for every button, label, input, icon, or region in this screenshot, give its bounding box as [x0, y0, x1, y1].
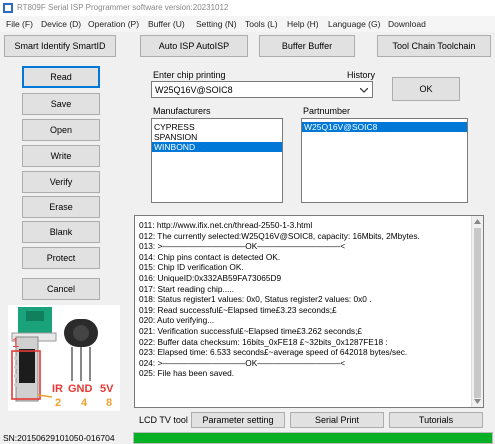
menu-buffer[interactable]: Buffer (U) — [148, 19, 185, 29]
serial-number: SN:20150629101050-016704 — [3, 433, 115, 443]
save-button[interactable]: Save — [22, 93, 100, 115]
menu-tools[interactable]: Tools (L) — [245, 19, 278, 29]
log-line: 015: Chip ID verification OK. — [139, 262, 244, 273]
history-label: History — [347, 70, 376, 80]
list-item[interactable]: CYPRESS — [152, 122, 282, 132]
tutorials-button[interactable]: Tutorials — [389, 412, 483, 428]
log-line: 021: Verification successful£~Elapsed ti… — [139, 325, 363, 336]
pin-label-ir: IR — [52, 383, 63, 395]
list-item-selected[interactable]: WINBOND — [152, 142, 282, 152]
app-icon — [3, 3, 13, 13]
smart-identify-button[interactable]: Smart Identify SmartID — [4, 35, 116, 57]
chevron-down-icon — [360, 88, 368, 93]
open-button[interactable]: Open — [22, 119, 100, 141]
parameter-setting-button[interactable]: Parameter setting — [191, 412, 285, 428]
pin-diagram: 1 IR GND 5V 2 4 8 — [8, 305, 120, 411]
enter-chip-label: Enter chip printing — [153, 70, 226, 80]
chip-select[interactable]: W25Q16V@SOIC8 — [151, 81, 373, 98]
menu-help[interactable]: Help (H) — [287, 19, 319, 29]
menu-download[interactable]: Download — [388, 19, 426, 29]
log-line: 020: Auto verifying... — [139, 315, 215, 326]
log-line: 019: Read successful£~Elapsed time£3.23 … — [139, 304, 337, 315]
title-bar: RT809F Serial ISP Programmer software ve… — [0, 0, 495, 16]
protect-button[interactable]: Protect — [22, 247, 100, 269]
manufacturers-list[interactable]: CYPRESS SPANSION WINBOND — [151, 118, 283, 203]
log-line: 013: >——————————OK——————————< — [139, 241, 346, 252]
log-line: 018: Status register1 values: 0x0, Statu… — [139, 294, 372, 305]
window-title: RT809F Serial ISP Programmer software ve… — [17, 3, 229, 12]
ok-button[interactable]: OK — [392, 77, 460, 101]
log-line: 017: Start reading chip..... — [139, 283, 235, 294]
progress-fill — [134, 433, 492, 443]
pin-number-8: 8 — [106, 397, 113, 409]
scroll-down-icon[interactable] — [474, 399, 481, 404]
cancel-button[interactable]: Cancel — [22, 278, 100, 300]
log-output[interactable]: 011: http://www.ifix.net.cn/thread-2550-… — [134, 215, 484, 408]
serial-print-button[interactable]: Serial Print — [290, 412, 384, 428]
list-item[interactable]: SPANSION — [152, 132, 282, 142]
menu-file[interactable]: File (F) — [6, 19, 33, 29]
log-line: 016: UniqueID:0x332AB59FA73065D9 — [139, 272, 282, 283]
programmer-socket-graphic — [11, 307, 98, 402]
read-button[interactable]: Read — [22, 66, 100, 88]
erase-button[interactable]: Erase — [22, 196, 100, 218]
blank-button[interactable]: Blank — [22, 221, 100, 243]
partnumber-list[interactable]: W25Q16V@SOIC8 — [301, 118, 468, 203]
pin-number-2: 2 — [55, 397, 62, 409]
menu-language[interactable]: Language (G) — [328, 19, 380, 29]
pin-number-1: 1 — [12, 335, 20, 350]
manufacturers-label: Manufacturers — [153, 106, 211, 116]
list-item-selected[interactable]: W25Q16V@SOIC8 — [302, 122, 467, 132]
log-scrollbar[interactable] — [471, 216, 483, 407]
log-line: 022: Buffer data checksum: 16bits_0xFE18… — [139, 336, 388, 347]
progress-bar — [133, 432, 493, 444]
chip-select-value: W25Q16V@SOIC8 — [155, 85, 233, 95]
buffer-button[interactable]: Buffer Buffer — [259, 35, 355, 57]
log-line: 011: http://www.ifix.net.cn/thread-2550-… — [139, 220, 313, 230]
menu-setting[interactable]: Setting (N) — [196, 19, 237, 29]
verify-button[interactable]: Verify — [22, 171, 100, 193]
tool-chain-button[interactable]: Tool Chain Toolchain — [377, 35, 491, 57]
log-line: 012: The currently selected:W25Q16V@SOIC… — [139, 230, 420, 241]
write-button[interactable]: Write — [22, 145, 100, 167]
log-line: 023: Elapsed time: 6.533 seconds£~averag… — [139, 347, 408, 358]
auto-isp-button[interactable]: Auto ISP AutoISP — [140, 35, 248, 57]
scroll-up-icon[interactable] — [474, 219, 481, 224]
log-line: 014: Chip pins contact is detected OK. — [139, 251, 281, 262]
log-lines: 011: http://www.ifix.net.cn/thread-2550-… — [135, 216, 483, 379]
pin-number-4: 4 — [81, 397, 88, 409]
menu-device[interactable]: Device (D) — [41, 19, 81, 29]
scroll-thumb[interactable] — [474, 228, 481, 398]
log-line: 024: >——————————OK——————————< — [139, 357, 346, 368]
pin-label-5v: 5V — [100, 383, 114, 395]
menu-bar: File (F) Device (D) Operation (P) Buffer… — [0, 16, 495, 32]
log-line: 025: File has been saved. — [139, 368, 235, 379]
pin-label-gnd: GND — [68, 383, 93, 395]
partnumber-label: Partnumber — [303, 106, 351, 116]
menu-operation[interactable]: Operation (P) — [88, 19, 139, 29]
lcd-tv-tool-link[interactable]: LCD TV tool — [139, 415, 188, 425]
